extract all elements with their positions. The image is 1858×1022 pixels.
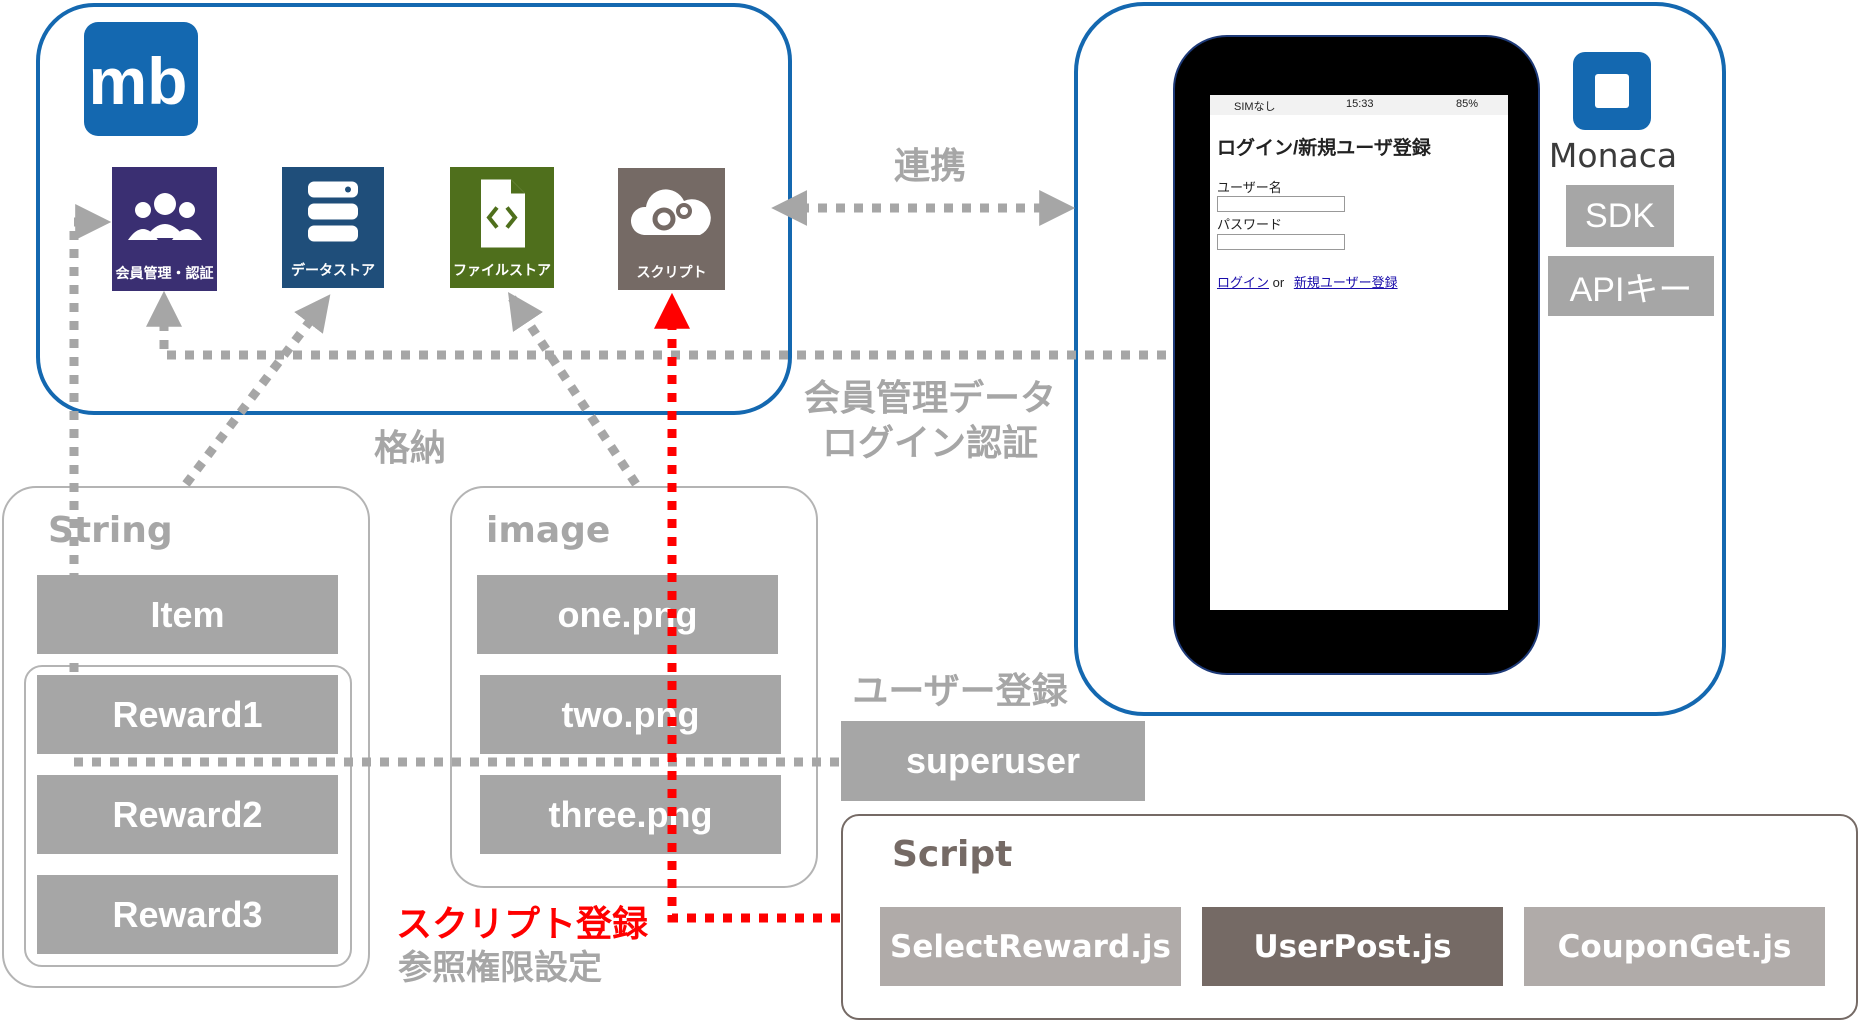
string-to-datastore-arrow (182, 294, 331, 487)
image-to-filestore-arrow (508, 292, 640, 487)
auth-arrow (146, 290, 1166, 360)
string-to-members-arrow (69, 204, 112, 672)
script-registration-arrow (654, 292, 840, 923)
connector-arrows (69, 190, 1166, 923)
